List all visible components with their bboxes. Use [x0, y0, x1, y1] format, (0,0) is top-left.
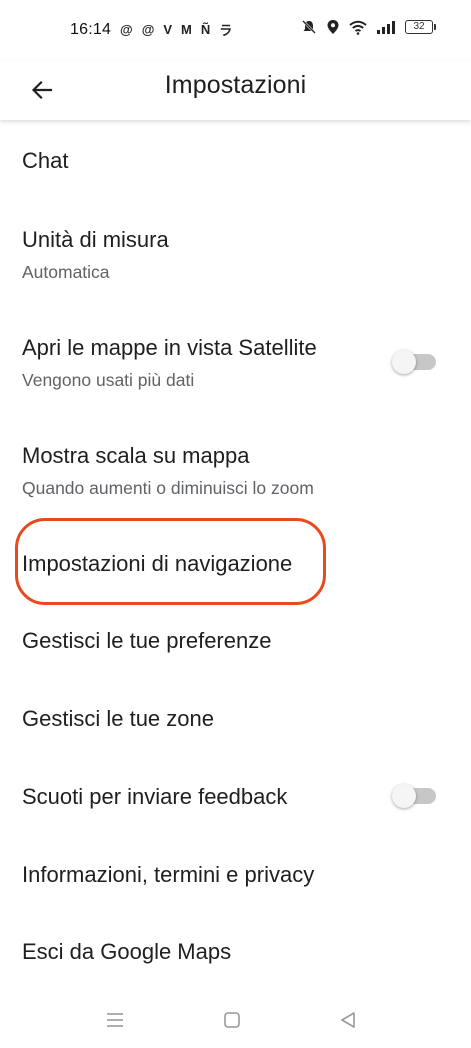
home-button[interactable]	[220, 1008, 244, 1032]
setting-title: Impostazioni di navigazione	[22, 551, 293, 576]
setting-about-terms-privacy[interactable]: Informazioni, termini e privacy	[0, 834, 471, 912]
status-app-icons: @ @ V M Ñ ラ	[120, 20, 232, 39]
setting-navigation[interactable]: Impostazioni di navigazione	[0, 522, 471, 600]
setting-units[interactable]: Unità di misura Automatica	[0, 198, 471, 306]
setting-title: Apri le mappe in vista Satellite	[22, 335, 317, 360]
status-bar: 16:14 @ @ V M Ñ ラ 32	[0, 0, 471, 60]
app-notification-icon: @	[141, 22, 155, 37]
setting-manage-zones[interactable]: Gestisci le tue zone	[0, 678, 471, 756]
wifi-icon	[349, 20, 367, 35]
setting-subtitle: Vengono usati più dati	[22, 370, 195, 390]
setting-manage-preferences[interactable]: Gestisci le tue preferenze	[0, 600, 471, 678]
home-square-icon	[224, 1012, 240, 1028]
app-notification-icon: @	[120, 22, 133, 37]
setting-chat[interactable]: Chat	[0, 120, 471, 198]
setting-subtitle: Automatica	[22, 262, 110, 282]
satellite-toggle[interactable]	[392, 350, 436, 374]
menu-icon	[107, 1013, 123, 1027]
menu-button[interactable]	[103, 1008, 127, 1032]
setting-title: Scuoti per inviare feedback	[22, 784, 288, 809]
setting-title: Mostra scala su mappa	[22, 443, 250, 468]
setting-map-scale[interactable]: Mostra scala su mappa Quando aumenti o d…	[0, 414, 471, 522]
setting-subtitle: Quando aumenti o diminuisci lo zoom	[22, 478, 314, 498]
system-nav-bar	[0, 990, 471, 1048]
gmail-icon: M	[181, 22, 192, 37]
setting-title: Chat	[22, 148, 69, 173]
setting-sign-out[interactable]: Esci da Google Maps	[0, 912, 471, 990]
bell-muted-icon	[302, 20, 316, 34]
battery-icon: 32	[405, 20, 436, 34]
back-triangle-icon	[341, 1012, 355, 1028]
system-back-button[interactable]	[336, 1008, 360, 1032]
setting-title: Gestisci le tue preferenze	[22, 628, 272, 653]
location-icon	[327, 20, 339, 34]
setting-title: Informazioni, termini e privacy	[22, 862, 315, 887]
setting-shake-feedback[interactable]: Scuoti per inviare feedback	[0, 756, 471, 834]
app-bar: Impostazioni	[0, 60, 471, 120]
toggle-knob	[392, 784, 416, 808]
app-notification-icon: V	[163, 22, 173, 37]
app-notification-icon: Ñ	[200, 22, 211, 37]
status-indicators: 32	[301, 19, 436, 35]
status-time: 16:14	[70, 21, 112, 38]
app-notification-icon: ラ	[219, 23, 233, 38]
page-title: Impostazioni	[164, 71, 307, 99]
setting-title: Gestisci le tue zone	[22, 706, 214, 731]
signal-icon	[377, 21, 395, 34]
setting-satellite-view[interactable]: Apri le mappe in vista Satellite Vengono…	[0, 306, 471, 414]
toggle-knob	[392, 350, 416, 374]
setting-title: Unità di misura	[22, 227, 169, 252]
setting-title: Esci da Google Maps	[22, 939, 232, 964]
shake-feedback-toggle[interactable]	[392, 784, 436, 808]
